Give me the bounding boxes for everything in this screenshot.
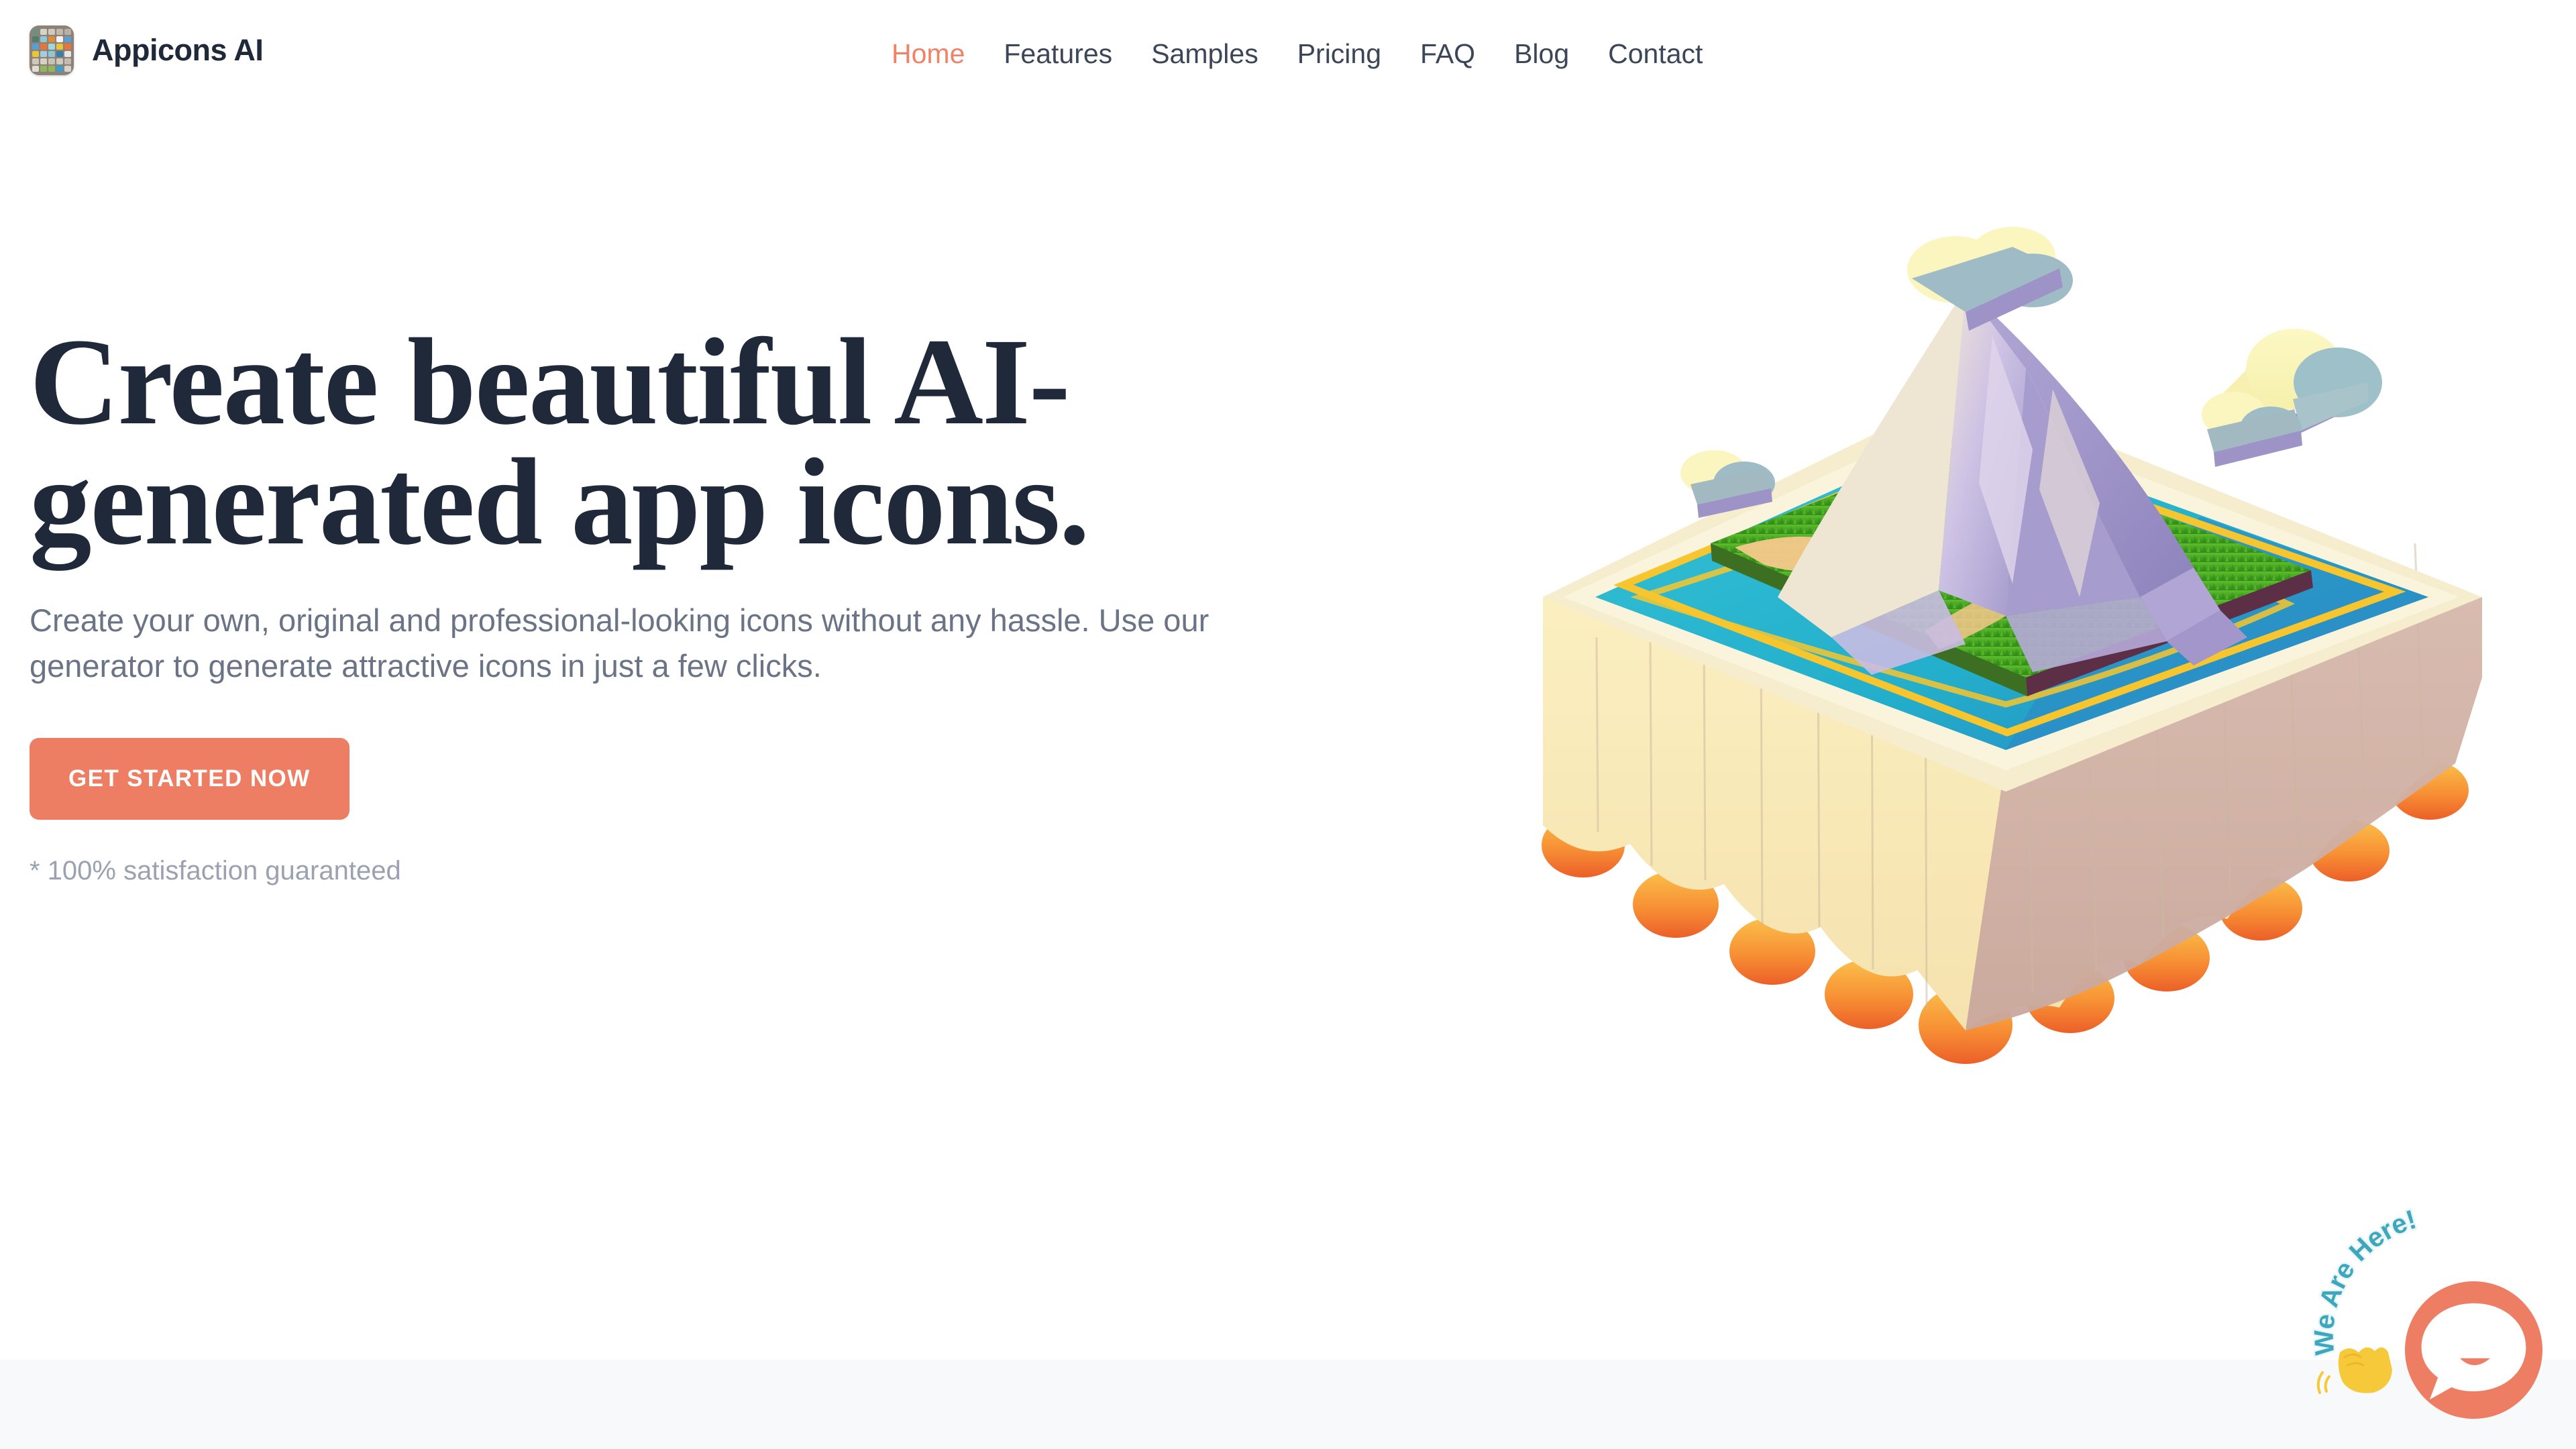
logo-tile [40,51,47,57]
site-header: Appicons AI Home Features Samples Pricing FA… [0,0,2576,107]
page-title: Create beautiful AI-generated app icons. [30,313,1090,572]
logo-tile [48,66,55,72]
logo-tile [40,58,47,64]
logo-tile [40,29,47,35]
guarantee-note: * 100% satisfaction guaranteed [30,856,401,886]
logo-tile [56,29,63,35]
chat-widget: We Are Here! [2294,1194,2576,1422]
logo-tile [64,66,71,72]
logo-tile [32,29,39,35]
logo-tile [40,66,47,72]
nav-item-features[interactable]: Features [984,0,1132,107]
isometric-island-volcano-3d-illustration [1496,168,2542,1187]
nav-item-pricing[interactable]: Pricing [1278,0,1401,107]
logo-tile [64,29,71,35]
hero-content: Create beautiful AI-generated app icons.… [30,313,1209,886]
main-navigation: Home Features Samples Pricing FAQ Blog Contact [872,0,1722,107]
brand-name: Appicons AI [92,33,264,67]
logo-tile [56,44,63,50]
logo-tile [40,36,47,42]
logo-tile [48,58,55,64]
logo-tile [40,44,47,50]
nav-item-blog[interactable]: Blog [1495,0,1589,107]
logo-tile [32,51,39,57]
logo-tile [32,66,39,72]
chat-label: We Are Here! [2309,1205,2420,1356]
logo-tile [64,51,71,57]
logo-tile [64,58,71,64]
landing-page: Appicons AI Home Features Samples Pricing FA… [0,0,2576,1449]
logo-tile [32,36,39,42]
logo-tile [56,58,63,64]
brand-logo-link[interactable]: Appicons AI [30,25,264,75]
nav-item-contact[interactable]: Contact [1589,0,1722,107]
logo-tile [64,44,71,50]
logo-tile [32,44,39,50]
app-grid-icon [30,25,74,75]
logo-tile [56,51,63,57]
logo-tile [48,36,55,42]
logo-tile [48,44,55,50]
nav-item-home[interactable]: Home [872,0,984,107]
logo-tile [48,29,55,35]
chat-bubble-icon [2421,1303,2526,1400]
logo-tile [64,36,71,42]
logo-tile [48,51,55,57]
nav-item-samples[interactable]: Samples [1132,0,1278,107]
logo-tile [56,36,63,42]
next-section-band [0,1360,2576,1449]
logo-tile [56,66,63,72]
hero-subtitle: Create your own, original and profession… [30,602,1210,684]
get-started-button[interactable]: GET STARTED NOW [30,738,350,820]
nav-item-faq[interactable]: FAQ [1401,0,1495,107]
chat-bubble-button[interactable] [2405,1281,2542,1419]
logo-tile [32,58,39,64]
